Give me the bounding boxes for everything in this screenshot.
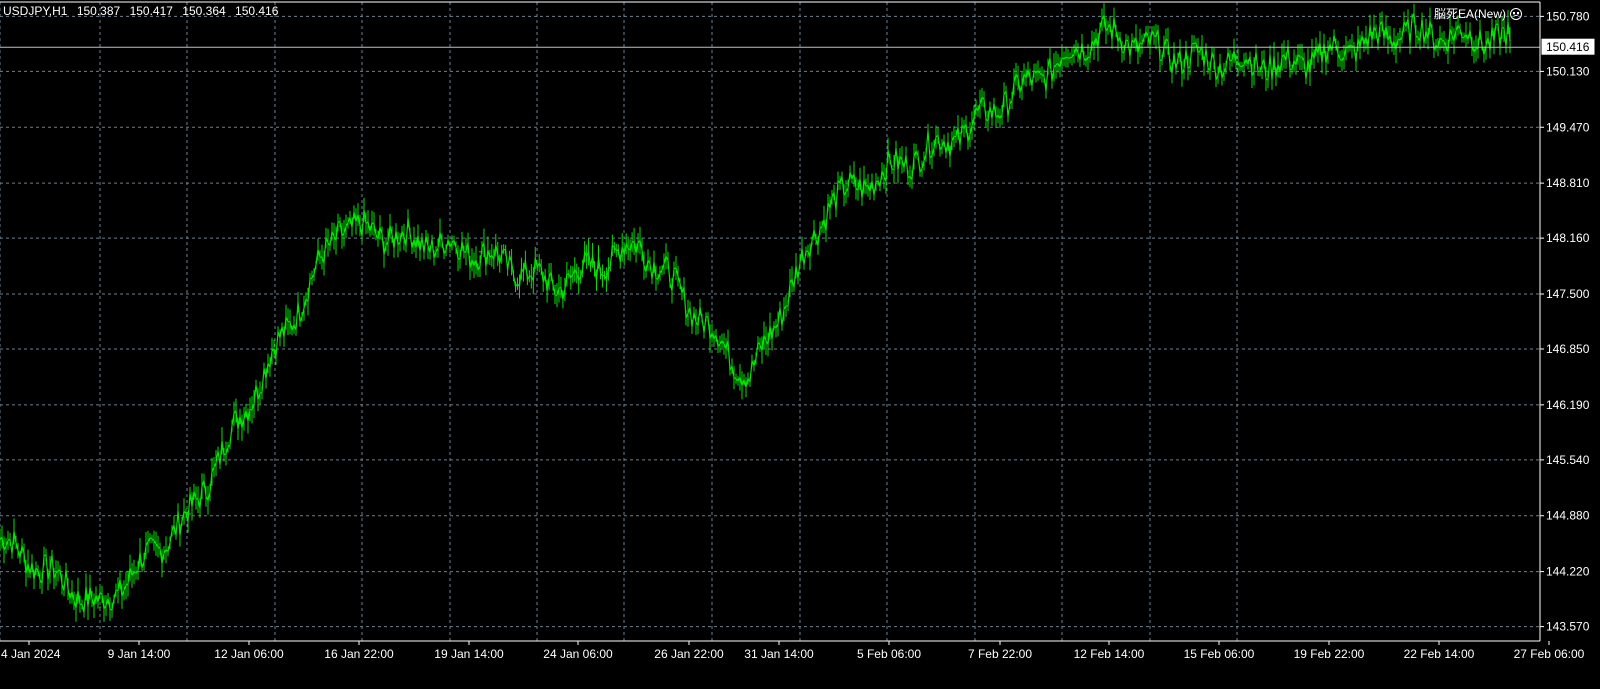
y-tick-label: 143.570 (1546, 620, 1590, 634)
symbol-label: USDJPY,H1 (3, 4, 68, 18)
y-axis-ticks: 150.780 150.130 149.470 148.810 148.160 147.5… (1540, 9, 1590, 634)
x-tick-label: 26 Jan 22:00 (654, 647, 724, 661)
series-point (1399, 30, 1401, 33)
y-tick-label: 146.850 (1546, 342, 1590, 356)
x-tick-label: 4 Jan 2024 (1, 647, 61, 661)
series-point (1099, 30, 1101, 33)
series-point (749, 377, 751, 380)
x-tick-label: 7 Feb 22:00 (968, 647, 1032, 661)
x-tick-label: 12 Jan 06:00 (214, 647, 284, 661)
x-tick-label: 31 Jan 14:00 (744, 647, 814, 661)
chart-window[interactable]: 150.416 150.780 150.130 149.470 148.810 148.… (0, 0, 1600, 689)
series-point (479, 250, 481, 253)
x-tick-label: 27 Feb 06:00 (1514, 647, 1585, 661)
x-tick-label: 9 Jan 14:00 (108, 647, 171, 661)
low-price: 150.364 (182, 4, 226, 18)
y-tick-label: 145.540 (1546, 453, 1590, 467)
y-tick-label: 148.160 (1546, 231, 1590, 245)
open-price: 150.387 (76, 4, 121, 18)
x-tick-label: 16 Jan 22:00 (324, 647, 394, 661)
x-tick-label: 24 Jan 06:00 (543, 647, 613, 661)
close-price: 150.416 (235, 4, 279, 18)
series-point (189, 513, 191, 515)
x-tick-label: 19 Jan 14:00 (434, 647, 504, 661)
y-tick-label: 144.880 (1546, 509, 1590, 523)
x-tick-label: 15 Feb 06:00 (1184, 647, 1255, 661)
series-point (829, 200, 831, 202)
price-chart[interactable]: 150.416 150.780 150.130 149.470 148.810 148.… (0, 0, 1600, 689)
y-tick-label: 148.810 (1546, 176, 1590, 190)
price-series (0, 3, 1511, 622)
series-point (99, 606, 101, 608)
y-tick-label: 150.130 (1546, 64, 1590, 78)
x-axis-ticks: 4 Jan 2024 9 Jan 14:00 12 Jan 06:00 16 Jan … (1, 641, 1585, 661)
high-price: 150.417 (129, 4, 173, 18)
y-tick-label: 146.190 (1546, 398, 1590, 412)
series-point (1179, 56, 1181, 58)
series-point (554, 284, 556, 287)
x-tick-label: 22 Feb 14:00 (1404, 647, 1475, 661)
y-tick-label: 147.500 (1546, 287, 1590, 301)
symbol-info: USDJPY,H1 150.387 150.417 150.364 150.41… (3, 4, 284, 18)
y-tick-label: 150.780 (1546, 9, 1590, 23)
x-tick-label: 5 Feb 06:00 (857, 647, 921, 661)
series-point (1509, 39, 1511, 41)
price-line (0, 12, 1511, 613)
ea-name: 脳死EA(New) (1433, 7, 1506, 21)
x-tick-label: 12 Feb 14:00 (1074, 647, 1145, 661)
series-point (639, 242, 641, 245)
x-tick-label: 19 Feb 22:00 (1294, 647, 1365, 661)
series-point (1289, 64, 1291, 67)
expert-advisor-label[interactable]: 脳死EA(New) (1434, 5, 1522, 22)
current-price-label: 150.416 (1546, 40, 1590, 54)
series-point (339, 225, 341, 228)
smiley-icon[interactable] (1510, 7, 1522, 20)
y-tick-label: 144.220 (1546, 565, 1590, 579)
series-point (959, 132, 961, 134)
y-tick-label: 149.470 (1546, 120, 1590, 134)
